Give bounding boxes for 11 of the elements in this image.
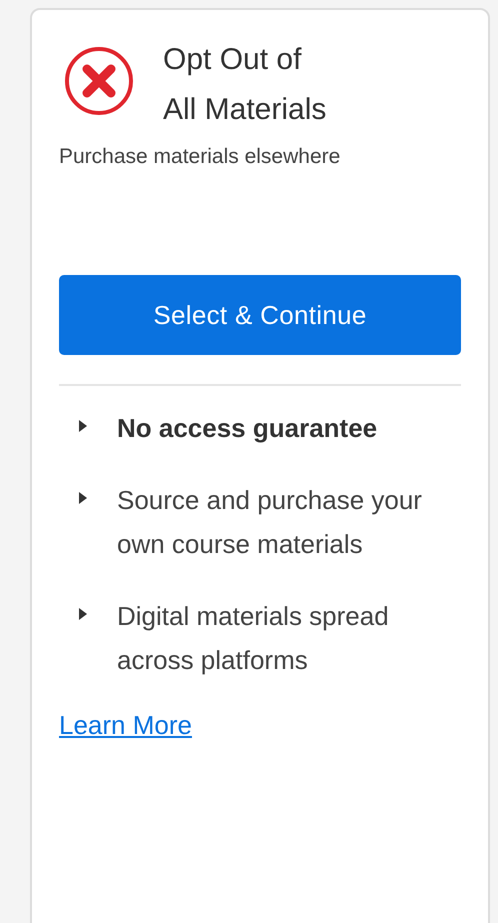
cross-circle-icon (63, 45, 135, 117)
option-title: Opt Out of All Materials (163, 42, 326, 128)
feature-text: Source and purchase your own course materials (117, 484, 423, 561)
feature-text: No access guarantee (117, 412, 378, 445)
caret-icon (79, 420, 87, 432)
select-continue-button[interactable]: Select & Continue (59, 275, 461, 355)
caret-icon (79, 492, 87, 504)
feature-text: Digital materials spread across platforms (117, 600, 390, 677)
option-subtitle: Purchase materials elsewhere (59, 145, 342, 169)
learn-more-link[interactable]: Learn More (59, 710, 192, 741)
caret-icon (79, 608, 87, 620)
